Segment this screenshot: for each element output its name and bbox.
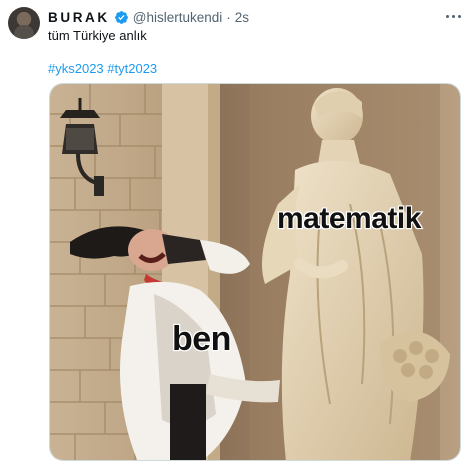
- meme-label-top: matematik: [276, 201, 423, 236]
- more-options-icon[interactable]: [441, 6, 465, 26]
- hashtag-row: #yks2023 #tyt2023: [48, 61, 157, 76]
- user-handle[interactable]: @hislertukendi: [133, 10, 223, 25]
- hashtag-yks2023[interactable]: #yks2023: [48, 61, 104, 76]
- tweet-header: BURAK @hislertukendi · 2s: [48, 8, 249, 26]
- separator-dot: ·: [226, 9, 231, 25]
- tweet-text: tüm Türkiye anlık: [48, 28, 147, 43]
- verified-badge-icon: [114, 10, 128, 24]
- display-name[interactable]: BURAK: [48, 10, 110, 25]
- avatar[interactable]: [8, 7, 40, 39]
- hashtag-tyt2023[interactable]: #tyt2023: [107, 61, 157, 76]
- meme-illustration: [50, 84, 460, 460]
- timestamp[interactable]: 2s: [235, 10, 249, 25]
- tweet-card: BURAK @hislertukendi · 2s tüm Türkiye an…: [0, 0, 475, 472]
- tweet-media-image[interactable]: matematik ben: [49, 83, 461, 461]
- meme-label-bottom: ben: [171, 319, 233, 359]
